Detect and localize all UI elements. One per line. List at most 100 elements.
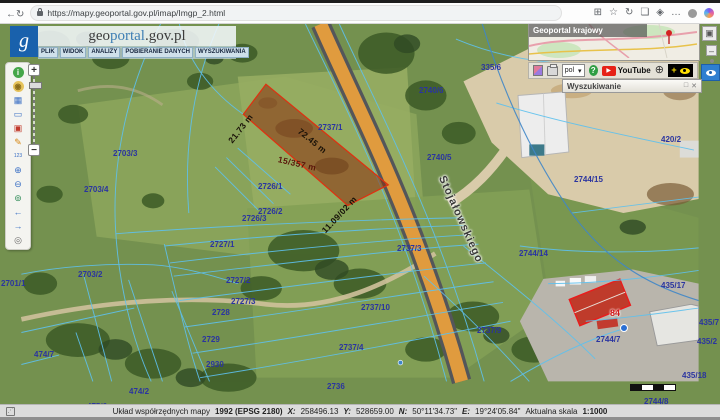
refresh-icon[interactable]: ↻ — [16, 9, 24, 20]
parcel-label: 2737/4 — [339, 343, 364, 352]
clear-selection-icon[interactable]: ▣ — [11, 122, 25, 134]
parcel-label: 435/17 — [661, 281, 686, 290]
logo-letter: g — [19, 30, 29, 52]
zoom-slider-handle[interactable] — [29, 82, 42, 89]
parcel-label: 2744/14 — [519, 249, 548, 258]
address-point-icon — [620, 324, 628, 332]
parcel-label: 2703/4 — [84, 185, 109, 194]
parcel-label: 420/2 — [661, 135, 682, 144]
e-label: E: — [462, 406, 471, 416]
browser-bar: ←↻ https://mapy.geoportal.gov.pl/imap/Im… — [0, 0, 720, 24]
table-icon[interactable]: ▦ — [11, 94, 25, 106]
title-portal: portal — [109, 27, 145, 44]
parcel-label: 2736 — [327, 382, 345, 391]
menu-item-plik[interactable]: PLIK — [38, 47, 58, 58]
favorites-icon[interactable]: ☆ — [609, 8, 618, 18]
contrast-toggle[interactable]: + — [667, 64, 693, 77]
back-icon[interactable]: ← — [6, 9, 16, 20]
info-icon[interactable]: i — [11, 66, 25, 78]
youtube-button[interactable]: ▶ YouTube — [601, 65, 651, 76]
parcel-label: 2728 — [212, 308, 230, 317]
language-select[interactable]: pol ▾ — [561, 64, 585, 77]
crs-label: Układ współrzędnych mapy — [112, 406, 210, 416]
profile-avatar[interactable] — [688, 8, 697, 18]
visibility-button[interactable] — [701, 64, 720, 81]
status-bar: Układ współrzędnych mapy 1992 (EPSG 2180… — [0, 404, 720, 420]
y-label: Y: — [343, 406, 351, 416]
select-area-icon[interactable]: ▭ — [11, 108, 25, 120]
parcel-label: 435/2 — [697, 337, 718, 346]
search-panel-title: Wyszukiwanie — [567, 81, 622, 91]
fullscreen-icon[interactable]: ⋰ — [6, 407, 15, 416]
shield-icon[interactable]: ◈ — [656, 8, 664, 18]
parcel-label: 2740/5 — [427, 153, 452, 162]
next-view-icon[interactable]: → — [11, 220, 25, 232]
n-value: 50°11'34.73" — [412, 406, 458, 416]
youtube-play-icon: ▶ — [601, 65, 616, 76]
parcel-label: 2729 — [202, 335, 220, 344]
scale-value: 1:1000 — [582, 406, 608, 416]
menu-item-wyszukiwania[interactable]: WYSZUKIWANIA — [195, 47, 249, 58]
menu-item-widok[interactable]: WIDOK — [59, 47, 87, 58]
crs-value: 1992 (EPSG 2180) — [214, 406, 283, 416]
address-number-label: 84 — [610, 308, 621, 318]
parcel-label: 2744/8 — [644, 397, 669, 404]
parcel-label: 2703/3 — [113, 149, 138, 158]
world-icon[interactable]: ⊚ — [11, 192, 25, 204]
title-suffix: .gov.pl — [144, 27, 186, 44]
parcel-label: 2703/2 — [78, 270, 103, 279]
language-value: pol — [564, 67, 575, 74]
overview-map-panel[interactable]: Geoportal krajowy — [528, 24, 700, 61]
parcel-label: 2737/10 — [361, 303, 390, 312]
parcel-label: 2727/3 — [231, 297, 256, 306]
composition-icon[interactable] — [533, 65, 543, 76]
measure-icon[interactable]: 123 — [11, 150, 25, 162]
parcel-label: 2727/2 — [226, 276, 251, 285]
collapse-button[interactable]: – — [706, 45, 717, 56]
browser-nav-right: ⊞ ☆ ↻ ❏ ◈ … — [594, 8, 714, 18]
locate-icon[interactable]: ◎ — [11, 234, 25, 246]
zoom-out-icon[interactable]: ⊖ — [11, 178, 25, 190]
collections-icon[interactable]: ❏ — [640, 8, 649, 18]
x-label: X: — [287, 406, 296, 416]
url-bar[interactable]: https://mapy.geoportal.gov.pl/imap/Imgp_… — [30, 5, 563, 21]
prev-view-icon[interactable]: ← — [11, 206, 25, 218]
more-icon[interactable]: … — [671, 8, 681, 18]
map-canvas[interactable]: 2703/3 2703/4 2703/2 2701/1 2726/1 2726/2 2726… — [0, 24, 720, 404]
print-icon[interactable] — [546, 63, 558, 76]
lock-icon — [37, 7, 44, 16]
copilot-icon[interactable] — [704, 8, 714, 18]
menu-item-pobieranie-danych[interactable]: POBIERANIE DANYCH — [122, 47, 194, 58]
top-toolbar: pol ▾ ? ▶ YouTube ⊕ + — [528, 62, 698, 79]
menu-item-analizy[interactable]: ANALIZY — [88, 47, 121, 58]
n-label: N: — [398, 406, 408, 416]
history-icon[interactable]: ↻ — [625, 8, 633, 18]
chevron-down-icon: ▾ — [578, 67, 582, 75]
globe-amber-icon[interactable]: ◉ — [11, 80, 25, 92]
split-screen-icon[interactable]: ⊞ — [594, 8, 602, 18]
draw-icon[interactable]: ✎ — [11, 136, 25, 148]
geoportal-logo[interactable]: g — [10, 26, 38, 57]
parcel-label: 2726/3 — [242, 214, 267, 223]
parcel-label: 474/2 — [129, 387, 150, 396]
parcel-label: 335/6 — [481, 63, 502, 72]
window-tool-button[interactable]: ▣ — [702, 26, 717, 41]
parcel-label: 2737/3 — [397, 244, 422, 253]
globe-icon[interactable]: ⊕ — [655, 65, 664, 76]
title-geo: geo — [88, 27, 110, 44]
main-menu: PLIK WIDOK ANALIZY POBIERANIE DANYCH WYSZUKI… — [38, 46, 249, 59]
close-icon[interactable]: ✕ — [691, 82, 697, 90]
page-title: geo portal .gov.pl — [38, 26, 236, 46]
zoom-out-button[interactable]: − — [28, 144, 40, 156]
help-button[interactable]: ? — [588, 65, 598, 76]
url-text: https://mapy.geoportal.gov.pl/imap/Imgp_… — [47, 8, 226, 18]
minimize-icon[interactable]: □ — [684, 82, 688, 90]
parcel-label: 435/7 — [699, 318, 720, 327]
zoom-in-button[interactable]: + — [28, 64, 40, 76]
search-panel[interactable]: Wyszukiwanie □ ✕ — [562, 79, 702, 93]
browser-nav-left: ←↻ — [6, 4, 24, 22]
parcel-label: 2701/1 — [1, 279, 26, 288]
e-value: 19°24'05.84" — [475, 406, 521, 416]
contrast-plus-icon: + — [671, 65, 677, 75]
zoom-in-icon[interactable]: ⊕ — [11, 164, 25, 176]
